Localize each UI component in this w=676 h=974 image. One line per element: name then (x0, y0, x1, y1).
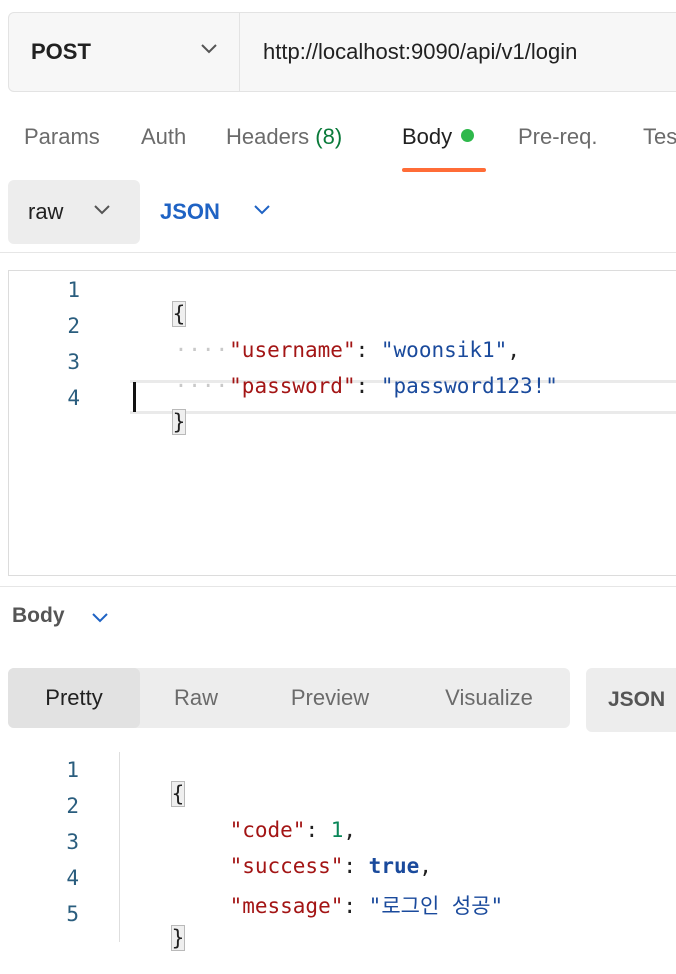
tab-auth[interactable]: Auth (141, 124, 186, 150)
json-key: "password" (229, 374, 356, 398)
line-number: 2 (66, 794, 79, 818)
url-input[interactable]: http://localhost:9090/api/v1/login (263, 13, 577, 91)
json-string: "로그인 성공" (368, 894, 504, 918)
chevron-down-icon (254, 205, 270, 215)
code-line: "message": "로그인 성공" (229, 894, 504, 918)
line-number: 3 (66, 830, 79, 854)
view-tab-preview[interactable]: Preview (268, 668, 392, 728)
divider (0, 586, 676, 587)
body-active-dot-icon (461, 129, 475, 142)
close-brace: } (170, 925, 186, 951)
response-body-dropdown[interactable]: Body (12, 604, 65, 628)
line-number: 4 (66, 866, 79, 890)
close-brace: } (171, 409, 187, 435)
request-tabs: Params Auth Headers (8) Body Pre-req. Te… (0, 112, 676, 174)
code-gutter-divider (119, 752, 120, 942)
code-line: { (121, 758, 186, 830)
tab-body[interactable]: Body (402, 124, 475, 150)
view-tab-raw[interactable]: Raw (140, 668, 252, 728)
response-format-select[interactable]: JSON (586, 668, 676, 732)
body-language-label: JSON (160, 199, 220, 224)
view-tab-visualize[interactable]: Visualize (418, 668, 560, 728)
text-caret (133, 382, 136, 412)
body-language-select[interactable]: JSON (160, 180, 270, 244)
response-view-tabs: Pretty Raw Preview Visualize (8, 668, 570, 728)
tab-params[interactable]: Params (24, 124, 100, 150)
tab-headers-label: Headers (226, 124, 310, 149)
method-select[interactable]: POST (9, 13, 239, 91)
line-number: 5 (66, 902, 79, 926)
tab-tests[interactable]: Tes (643, 124, 676, 150)
tab-headers[interactable]: Headers (8) (226, 124, 342, 150)
body-mode-select[interactable]: raw (8, 180, 140, 244)
line-number: 1 (67, 278, 80, 302)
line-number: 4 (67, 386, 80, 410)
line-number: 3 (67, 350, 80, 374)
json-key: "message" (229, 894, 344, 918)
divider (0, 252, 676, 253)
tab-body-label: Body (402, 124, 453, 149)
view-tab-pretty[interactable]: Pretty (8, 668, 140, 728)
headers-count-badge: (8) (315, 124, 343, 149)
json-string: "password123!" (380, 374, 558, 398)
chevron-down-icon (94, 205, 110, 215)
code-line: ····"password": "password123!" (174, 374, 558, 398)
tab-pre-request[interactable]: Pre-req. (518, 124, 597, 150)
code-line: } (122, 386, 187, 458)
url-divider (239, 13, 240, 91)
active-tab-underline (402, 168, 486, 172)
line-number: 2 (67, 314, 80, 338)
line-number: 1 (66, 758, 79, 782)
chevron-down-icon (201, 44, 217, 54)
method-label: POST (31, 39, 91, 64)
chevron-down-icon[interactable] (92, 613, 108, 623)
request-bar: POST http://localhost:9090/api/v1/login (8, 12, 676, 92)
code-line: } (121, 902, 186, 974)
body-mode-label: raw (28, 199, 64, 224)
